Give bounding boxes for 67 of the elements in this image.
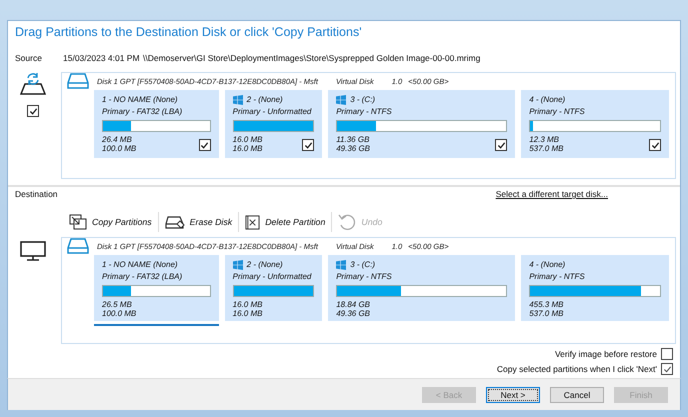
destination-label: Destination — [15, 189, 58, 201]
partition-card[interactable]: 3 - (C:) Primary - NTFS 11.36 GB 49.36 GB — [328, 90, 516, 158]
copy-button[interactable]: Copy Partitions — [63, 212, 158, 232]
total-size: 100.0 MB — [102, 309, 136, 318]
option-label: Copy selected partitions when I click 'Next' — [496, 364, 657, 374]
partition-type: Primary - NTFS — [336, 272, 392, 281]
partition-type: Primary - Unformatted — [232, 272, 312, 281]
undo-icon — [338, 213, 356, 231]
used-size: 455.3 MB — [529, 300, 564, 309]
used-size: 16.0 MB — [232, 135, 262, 144]
source-label: Source — [15, 53, 43, 65]
windows-icon — [336, 260, 346, 270]
partition-card[interactable]: 1 - NO NAME (None) Primary - FAT32 (LBA) 26.5 MB 100.0 MB — [94, 255, 219, 326]
delete-box-icon — [245, 214, 260, 230]
partition-card[interactable]: 2 - (None) Primary - Unformatted 16.0 MB 16.0 MB — [224, 90, 322, 158]
partition-title: 4 - (None) — [529, 95, 566, 104]
partition-card[interactable]: 1 - NO NAME (None) Primary - FAT32 (LBA) 26.4 MB 100.0 MB — [94, 90, 219, 158]
page-title: Drag Partitions to the Destination Disk or click 'Copy Partitions' — [14, 24, 363, 41]
disk-sync-icon — [20, 72, 46, 96]
partition-title: 3 - (C:) — [350, 260, 376, 269]
partition-type: Primary - NTFS — [529, 107, 585, 116]
used-size: 26.5 MB — [102, 300, 133, 309]
option-checkbox[interactable] — [661, 363, 673, 375]
partition-title: 3 - (C:) — [350, 95, 376, 104]
partition-type: Primary - NTFS — [529, 272, 585, 281]
used-size: 26.4 MB — [102, 135, 133, 144]
partition-title: 1 - NO NAME (None) — [102, 260, 178, 269]
partition-title: 4 - (None) — [529, 260, 566, 269]
copy-partitions-icon — [69, 214, 87, 230]
option-label: Verify image before restore — [554, 349, 657, 359]
total-size: 537.0 MB — [529, 144, 564, 153]
image-path: \\Demoserver\GI Store\DeploymentImages\Store\Sysprepped Golden Image-00-00.mrimg — [143, 53, 480, 65]
used-size: 11.36 GB — [336, 135, 370, 144]
total-size: 16.0 MB — [232, 144, 262, 153]
total-size: 100.0 MB — [102, 144, 136, 153]
monitor-icon — [20, 241, 46, 261]
total-size: 49.36 GB — [336, 144, 370, 153]
used-size: 16.0 MB — [232, 300, 262, 309]
total-size: 537.0 MB — [529, 309, 564, 318]
checkbox[interactable] — [198, 139, 211, 151]
partition-type: Primary - NTFS — [336, 107, 392, 116]
windows-icon — [336, 94, 346, 104]
partition-title: 1 - NO NAME (None) — [102, 95, 178, 104]
delete-button[interactable]: Delete Partition — [239, 212, 332, 232]
partition-type: Primary - FAT32 (LBA) — [102, 272, 182, 281]
total-size: 49.36 GB — [336, 309, 370, 318]
dialog-button[interactable]: Next > — [486, 386, 540, 402]
used-size: 12.3 MB — [529, 135, 560, 144]
dialog-button[interactable]: Cancel — [550, 386, 604, 402]
windows-icon — [232, 260, 243, 270]
partition-card[interactable]: 4 - (None) Primary - NTFS 12.3 MB 537.0 MB — [521, 90, 669, 158]
partition-title: 2 - (None) — [246, 260, 283, 269]
checkbox[interactable] — [302, 139, 314, 151]
option-checkbox[interactable] — [661, 348, 673, 360]
select-disk-link[interactable]: Select a different target disk... — [496, 189, 608, 201]
partition-type: Primary - Unformatted — [232, 107, 312, 116]
image-date: 15/03/2023 4:01 PM — [63, 53, 141, 65]
eraser-icon — [164, 215, 185, 229]
partition-type: Primary - FAT32 (LBA) — [102, 107, 182, 116]
partition-title: 2 - (None) — [246, 95, 283, 104]
checkbox[interactable] — [495, 139, 508, 151]
disk-checkbox[interactable] — [27, 105, 39, 117]
checkbox[interactable] — [649, 139, 661, 151]
windows-icon — [232, 94, 243, 104]
erase-button[interactable]: Erase Disk — [158, 213, 238, 231]
total-size: 16.0 MB — [232, 309, 262, 318]
used-size: 18.84 GB — [336, 300, 370, 309]
